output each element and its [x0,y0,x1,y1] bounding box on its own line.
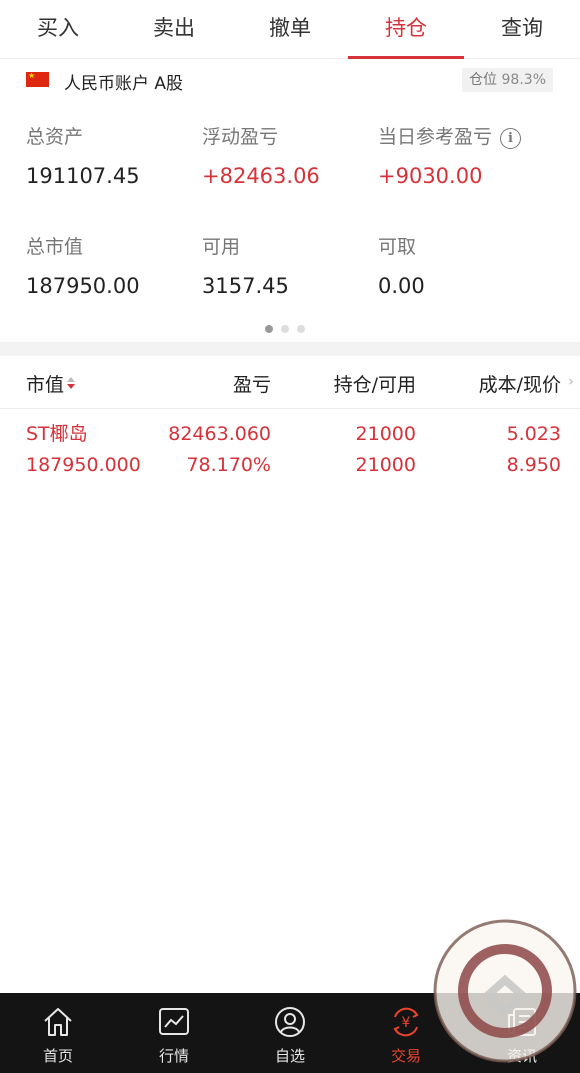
nav-watchlist-label: 自选 [274,1047,305,1065]
market-value-value: 187950.00 [26,274,140,298]
china-flag-icon: ★ [26,71,49,87]
nav-market-label: 行情 [158,1047,189,1065]
today-pnl: 当日参考盈亏 i +9030.00 [378,125,522,189]
withdrawable-label: 可取 [378,236,417,258]
info-icon[interactable]: i [500,128,522,149]
nav-home[interactable]: 首页 [0,993,116,1073]
asset-summary: 总资产 191107.45 浮动盈亏 +82463.06 当日参考盈亏 i +90… [0,104,580,342]
stock-position: 21000 [355,423,416,445]
column-pnl[interactable]: 盈亏 [233,370,271,397]
nav-home-label: 首页 [42,1047,73,1065]
account-row[interactable]: ★ 人民币账户 A股 仓位 98.3% [0,59,580,103]
available-funds: 可用 3157.45 [202,235,289,299]
tab-query[interactable]: 查询 [464,0,580,58]
withdrawable-funds: 可取 0.00 [378,235,425,299]
tab-buy[interactable]: 买入 [0,0,116,58]
today-pnl-label: 当日参考盈亏 [378,126,493,148]
page-indicator[interactable] [265,325,305,333]
tab-cancel-order[interactable]: 撤单 [232,0,348,58]
position-label: 仓位 [469,72,498,88]
nav-trade-label: 交易 [390,1047,421,1065]
home-icon [44,1008,72,1036]
nav-trade[interactable]: ¥ 交易 [348,993,464,1073]
page-dot[interactable] [281,325,289,333]
total-assets-label: 总资产 [26,126,84,148]
stock-cost: 5.023 [506,423,561,445]
sort-icon[interactable] [67,377,76,389]
nav-news-label: 资讯 [506,1047,537,1065]
yuan-icon: ¥ [393,1007,419,1037]
nav-news[interactable]: 资讯 [464,993,580,1073]
stock-market-value: 187950.000 [26,454,141,476]
account-name: 人民币账户 A股 [64,74,184,94]
column-position[interactable]: 持仓/可用 [334,370,416,397]
section-divider [0,342,580,356]
holdings-header: 市值 盈亏 持仓/可用 成本/现价 › [0,356,580,409]
stock-name: ST椰岛 [26,423,88,445]
floating-pnl-value: +82463.06 [202,164,320,188]
floating-pnl-label: 浮动盈亏 [202,126,279,148]
nav-watchlist[interactable]: 自选 [232,993,348,1073]
stock-pnl-percent: 78.170% [186,454,271,476]
chevron-right-icon[interactable]: › [568,372,574,390]
bottom-nav: 首页 行情 自选 ¥ 交易 资讯 [0,993,580,1073]
column-market-value[interactable]: 市值 [26,370,76,397]
floating-pnl: 浮动盈亏 +82463.06 [202,125,320,189]
position-percent: 98.3% [501,72,546,88]
svg-text:¥: ¥ [402,1015,411,1031]
position-ratio-badge: 仓位 98.3% [462,68,553,92]
column-market-value-label: 市值 [26,374,65,396]
total-assets-value: 191107.45 [26,164,140,188]
stock-price: 8.950 [506,454,561,476]
top-tab-bar: 买入 卖出 撤单 持仓 查询 [0,0,580,59]
market-value-label: 总市值 [26,236,84,258]
stock-pnl: 82463.060 [168,423,271,445]
available-value: 3157.45 [202,274,289,298]
news-icon [508,1008,536,1036]
market-value: 总市值 187950.00 [26,235,140,299]
page-dot[interactable] [297,325,305,333]
total-assets: 总资产 191107.45 [26,125,140,189]
column-cost-price[interactable]: 成本/现价 [479,370,561,397]
chart-icon [159,1008,189,1035]
page-dot[interactable] [265,325,273,333]
today-pnl-value: +9030.00 [378,164,483,188]
stock-available: 21000 [355,454,416,476]
table-row[interactable]: ST椰岛 187950.000 82463.060 78.170% 21000 … [0,418,580,482]
user-icon [275,1007,305,1037]
nav-market[interactable]: 行情 [116,993,232,1073]
tab-holdings[interactable]: 持仓 [348,0,464,59]
available-label: 可用 [202,236,241,258]
withdrawable-value: 0.00 [378,274,425,298]
tab-sell[interactable]: 卖出 [116,0,232,58]
